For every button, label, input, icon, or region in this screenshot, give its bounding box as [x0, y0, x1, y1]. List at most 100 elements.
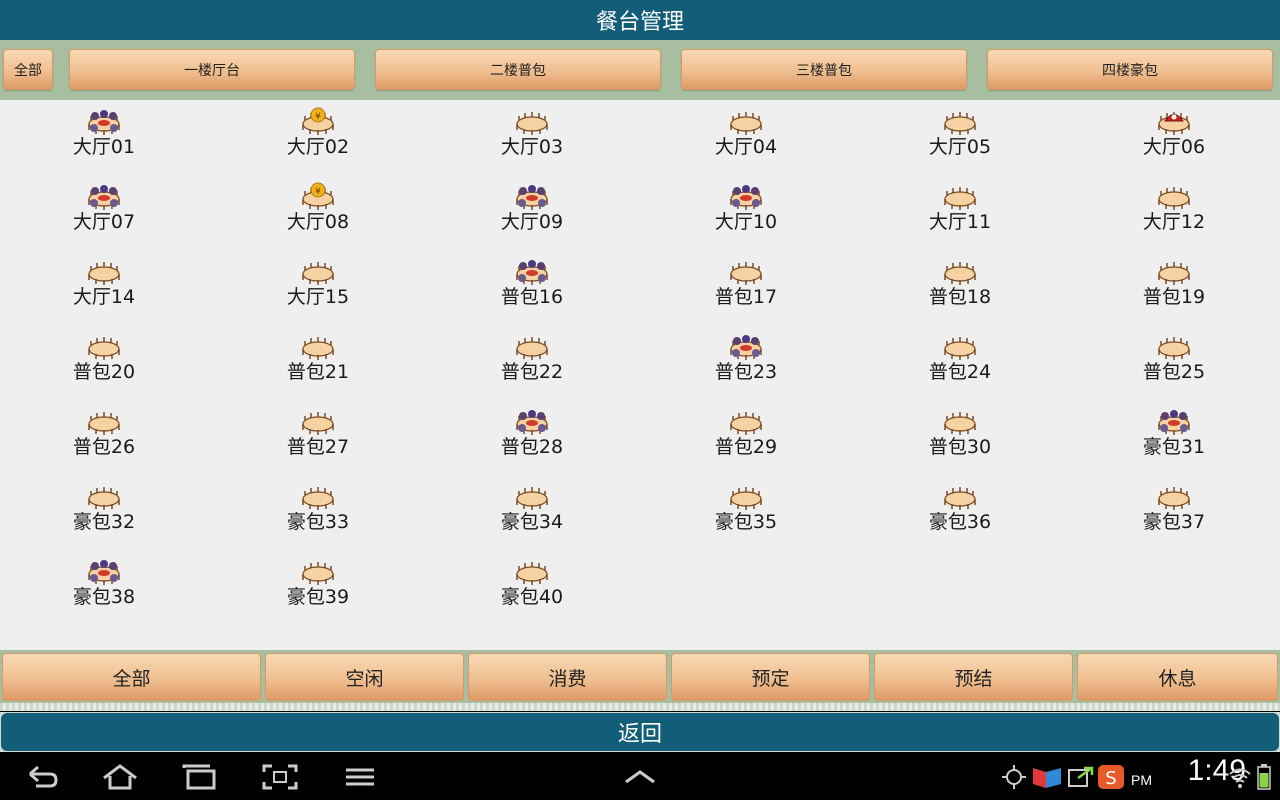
table-settle-icon: ¥	[302, 182, 334, 210]
status-settle-button[interactable]: 预结	[874, 653, 1073, 701]
table-label: 普包22	[500, 361, 564, 383]
table-item[interactable]: 普包20	[39, 331, 169, 397]
table-item[interactable]: 大厅03	[467, 106, 597, 172]
table-item[interactable]: 豪包34	[467, 481, 597, 547]
table-item[interactable]: 豪包32	[39, 481, 169, 547]
table-label: 大厅05	[928, 136, 992, 158]
status-all-button[interactable]: 全部	[2, 653, 261, 701]
table-item[interactable]: ¥ 大厅08	[253, 181, 383, 247]
area-floor2-button[interactable]: 二楼普包	[375, 49, 661, 90]
table-free-icon	[88, 262, 120, 285]
table-label: 普包20	[72, 361, 136, 383]
table-free-icon	[516, 337, 548, 360]
table-item[interactable]: 普包26	[39, 406, 169, 472]
back-icon[interactable]	[22, 762, 62, 792]
table-label: 豪包40	[500, 586, 564, 608]
table-free-icon	[730, 412, 762, 435]
table-item[interactable]: 豪包31	[1109, 406, 1239, 472]
table-busy-icon	[1158, 410, 1190, 435]
table-item[interactable]: 大厅11	[895, 181, 1025, 247]
table-free-icon	[730, 112, 762, 135]
table-free-icon	[302, 412, 334, 435]
table-item[interactable]: 普包28	[467, 406, 597, 472]
table-item[interactable]: 豪包37	[1109, 481, 1239, 547]
table-label: 大厅03	[500, 136, 564, 158]
table-label: 普包29	[714, 436, 778, 458]
table-item[interactable]: 普包18	[895, 256, 1025, 322]
table-label: 普包19	[1142, 286, 1206, 308]
table-item[interactable]: 大厅12	[1109, 181, 1239, 247]
table-label: 豪包37	[1142, 511, 1206, 533]
area-all-button[interactable]: 全部	[3, 49, 53, 90]
table-item[interactable]: 普包22	[467, 331, 597, 397]
table-settle-icon: ¥	[302, 107, 334, 135]
table-free-icon	[516, 112, 548, 135]
table-item[interactable]: 豪包40	[467, 556, 597, 622]
status-reserved-button[interactable]: 预定	[671, 653, 870, 701]
table-item[interactable]: 大厅04	[681, 106, 811, 172]
table-item[interactable]: 大厅14	[39, 256, 169, 322]
table-item[interactable]: 普包25	[1109, 331, 1239, 397]
table-item[interactable]: 普包30	[895, 406, 1025, 472]
status-busy-button[interactable]: 消费	[468, 653, 667, 701]
status-rest-button[interactable]: 休息	[1077, 653, 1278, 701]
home-icon[interactable]	[100, 762, 140, 792]
table-item[interactable]: 大厅10	[681, 181, 811, 247]
area-floor3-button[interactable]: 三楼普包	[681, 49, 967, 90]
area-floor4-button[interactable]: 四楼豪包	[987, 49, 1273, 90]
table-item[interactable]: 豪包36	[895, 481, 1025, 547]
table-free-icon	[302, 262, 334, 285]
status-filter-bar: 全部 空闲 消费 预定 预结 休息	[0, 650, 1280, 708]
table-item[interactable]: ¥ 大厅02	[253, 106, 383, 172]
table-busy-icon	[88, 560, 120, 585]
table-item[interactable]: 豪包35	[681, 481, 811, 547]
screenshot-icon[interactable]	[260, 762, 300, 792]
back-button[interactable]: 返回	[1, 713, 1279, 751]
status-free-button[interactable]: 空闲	[265, 653, 464, 701]
table-item[interactable]: 大厅06	[1109, 106, 1239, 172]
table-item[interactable]: 普包23	[681, 331, 811, 397]
menu-icon[interactable]	[340, 762, 380, 792]
divider-stripe	[0, 703, 1280, 711]
table-item[interactable]: 豪包33	[253, 481, 383, 547]
table-label: 普包16	[500, 286, 564, 308]
table-item[interactable]: 豪包39	[253, 556, 383, 622]
table-item[interactable]: 大厅09	[467, 181, 597, 247]
table-free-icon	[944, 187, 976, 210]
table-item[interactable]: 大厅01	[39, 106, 169, 172]
table-busy-icon	[516, 185, 548, 210]
table-label: 普包23	[714, 361, 778, 383]
table-label: 大厅09	[500, 211, 564, 233]
table-label: 大厅07	[72, 211, 136, 233]
back-bar: 返回	[0, 712, 1280, 752]
table-free-icon	[516, 562, 548, 585]
table-item[interactable]: 普包24	[895, 331, 1025, 397]
table-item[interactable]: 豪包38	[39, 556, 169, 622]
table-item[interactable]: 普包19	[1109, 256, 1239, 322]
table-reserved-icon	[1158, 112, 1190, 135]
table-free-icon	[730, 262, 762, 285]
table-item[interactable]: 大厅07	[39, 181, 169, 247]
table-free-icon	[944, 337, 976, 360]
table-label: 大厅12	[1142, 211, 1206, 233]
table-label: 豪包35	[714, 511, 778, 533]
table-item[interactable]: 普包27	[253, 406, 383, 472]
table-item[interactable]: 普包16	[467, 256, 597, 322]
table-busy-icon	[516, 260, 548, 285]
recent-apps-icon[interactable]	[180, 762, 220, 792]
table-label: 豪包34	[500, 511, 564, 533]
table-busy-icon	[88, 110, 120, 135]
table-item[interactable]: 普包21	[253, 331, 383, 397]
table-item[interactable]: 普包17	[681, 256, 811, 322]
table-label: 大厅08	[286, 211, 350, 233]
chevron-up-icon[interactable]	[620, 762, 660, 792]
table-item[interactable]: 大厅15	[253, 256, 383, 322]
area-floor1-button[interactable]: 一楼厅台	[69, 49, 355, 90]
table-item[interactable]: 大厅05	[895, 106, 1025, 172]
table-label: 豪包32	[72, 511, 136, 533]
table-label: 普包17	[714, 286, 778, 308]
table-item[interactable]: 普包29	[681, 406, 811, 472]
table-free-icon	[730, 487, 762, 510]
table-grid: 大厅01 ¥ 大厅02 大厅03 大厅04 大厅05 大厅06 大厅07 ¥ 大厅08 大厅09 大厅…	[0, 100, 1280, 650]
table-label: 普包28	[500, 436, 564, 458]
